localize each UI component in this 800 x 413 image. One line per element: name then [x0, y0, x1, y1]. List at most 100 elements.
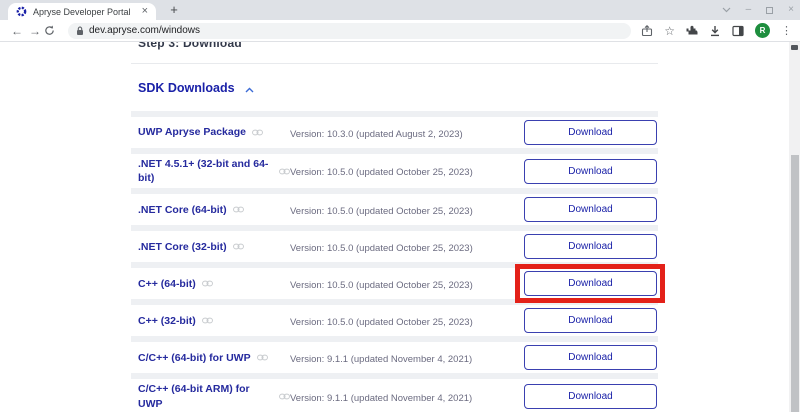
version-text: Version: 10.3.0 (updated August 2, 2023): [290, 128, 463, 140]
download-cell: Download: [515, 264, 665, 304]
browser-tab[interactable]: Apryse Developer Portal ×: [8, 3, 156, 20]
download-button[interactable]: Download: [524, 345, 657, 371]
package-cell: C/C++ (64-bit) for UWP: [138, 351, 290, 365]
link-icon[interactable]: [252, 129, 263, 136]
package-name: UWP Apryse Package: [138, 126, 246, 139]
window-controls: – ×: [722, 0, 794, 20]
download-button[interactable]: Download: [524, 271, 657, 297]
browser-menu-icon[interactable]: ⋮: [781, 24, 792, 37]
extensions-puzzle-icon[interactable]: [686, 25, 698, 37]
share-icon[interactable]: [641, 24, 653, 37]
page-viewport: Step 3: Download SDK Downloads UWP Aprys…: [0, 42, 800, 412]
download-button[interactable]: Download: [524, 308, 657, 334]
package-cell: UWP Apryse Package: [138, 125, 290, 139]
version-cell: Version: 10.5.0 (updated October 25, 202…: [290, 312, 524, 330]
browser-window: Apryse Developer Portal × + – × ← → dev.…: [0, 0, 800, 413]
new-tab-button[interactable]: +: [166, 2, 182, 18]
page-content: Step 3: Download SDK Downloads UWP Aprys…: [131, 42, 665, 412]
browser-toolbar: ← → dev.apryse.com/windows ☆ R ⋮: [0, 20, 800, 42]
link-icon[interactable]: [201, 280, 213, 287]
link-icon[interactable]: [256, 354, 268, 361]
address-bar[interactable]: dev.apryse.com/windows: [68, 22, 632, 39]
apryse-favicon-icon: [16, 6, 27, 17]
toolbar-actions: ☆ R ⋮: [641, 23, 792, 38]
download-row: .NET Core (32-bit) Version: 10.5.0 (upda…: [131, 231, 658, 263]
downloads-list: UWP Apryse Package Version: 10.3.0 (upda…: [131, 111, 665, 412]
package-name: C++ (32-bit): [138, 314, 196, 327]
version-text: Version: 10.5.0 (updated October 25, 202…: [290, 205, 473, 217]
package-cell: .NET Core (32-bit): [138, 240, 290, 254]
step-heading: Step 3: Download: [138, 42, 242, 50]
download-cell: Download: [524, 120, 658, 145]
download-cell: Download: [524, 345, 658, 371]
version-cell: Version: 10.3.0 (updated August 2, 2023): [290, 124, 524, 142]
download-row: C/C++ (64-bit) for UWP Version: 9.1.1 (u…: [131, 342, 658, 374]
package-name: .NET Core (64-bit): [138, 203, 227, 216]
download-cell: Download: [524, 197, 658, 223]
section-header[interactable]: SDK Downloads: [138, 81, 658, 95]
download-button[interactable]: Download: [524, 234, 657, 260]
forward-button[interactable]: →: [26, 24, 44, 38]
collapse-caret-icon[interactable]: [245, 84, 254, 96]
download-row: C/C++ (64-bit ARM) for UWP Version: 9.1.…: [131, 379, 658, 412]
side-panel-icon[interactable]: [732, 25, 744, 37]
minimize-button[interactable]: –: [746, 5, 752, 15]
version-text: Version: 10.5.0 (updated October 25, 202…: [290, 279, 473, 291]
package-cell: C++ (64-bit): [138, 277, 290, 291]
package-name: .NET 4.5.1+ (32-bit and 64-bit): [138, 158, 269, 185]
download-cell: Download: [524, 308, 658, 334]
link-icon[interactable]: [279, 393, 290, 400]
download-row: C++ (64-bit) Version: 10.5.0 (updated Oc…: [131, 264, 665, 304]
version-text: Version: 10.5.0 (updated October 25, 202…: [290, 167, 473, 179]
step-heading-clip: Step 3: Download: [138, 42, 658, 53]
tab-search-chevron-icon[interactable]: [722, 7, 731, 13]
package-cell: .NET Core (64-bit): [138, 203, 290, 217]
download-button[interactable]: Download: [524, 158, 657, 184]
link-icon[interactable]: [201, 317, 213, 324]
scrollbar-top-button[interactable]: [790, 45, 798, 50]
scrollbar-thumb[interactable]: [790, 155, 799, 412]
back-button[interactable]: ←: [8, 24, 26, 38]
download-button[interactable]: Download: [524, 120, 657, 145]
package-name: C++ (64-bit): [138, 277, 196, 290]
tab-strip: Apryse Developer Portal × + – ×: [0, 0, 800, 20]
version-cell: Version: 10.5.0 (updated October 25, 202…: [290, 162, 524, 180]
download-row: C++ (32-bit) Version: 10.5.0 (updated Oc…: [131, 305, 658, 337]
version-text: Version: 9.1.1 (updated November 4, 2021…: [290, 392, 473, 404]
version-cell: Version: 10.5.0 (updated October 25, 202…: [290, 275, 524, 293]
window-close-button[interactable]: ×: [788, 5, 794, 15]
tab-title: Apryse Developer Portal: [33, 6, 131, 17]
package-name: C/C++ (64-bit) for UWP: [138, 351, 251, 364]
downloads-icon[interactable]: [709, 25, 721, 37]
version-cell: Version: 9.1.1 (updated November 4, 2021…: [290, 388, 524, 406]
maximize-button[interactable]: [766, 6, 774, 14]
download-row: UWP Apryse Package Version: 10.3.0 (upda…: [131, 117, 658, 148]
reload-button[interactable]: [44, 25, 62, 36]
padlock-icon: [77, 26, 83, 35]
link-icon[interactable]: [232, 206, 244, 213]
download-cell: Download: [524, 384, 658, 410]
download-button[interactable]: Download: [524, 384, 657, 410]
bookmark-star-icon[interactable]: ☆: [664, 25, 675, 37]
link-icon[interactable]: [279, 168, 290, 175]
package-cell: C/C++ (64-bit ARM) for UWP: [138, 382, 290, 410]
content-divider: [131, 63, 658, 64]
download-cell: Download: [524, 234, 658, 260]
version-cell: Version: 10.5.0 (updated October 25, 202…: [290, 238, 524, 256]
download-button[interactable]: Download: [524, 197, 657, 223]
tab-close-icon[interactable]: ×: [140, 6, 150, 17]
version-text: Version: 10.5.0 (updated October 25, 202…: [290, 316, 473, 328]
page-scrollbar[interactable]: [789, 42, 800, 412]
link-icon[interactable]: [232, 243, 244, 250]
package-cell: C++ (32-bit): [138, 314, 290, 328]
download-cell: Download: [524, 158, 658, 184]
package-name: .NET Core (32-bit): [138, 240, 227, 253]
version-text: Version: 10.5.0 (updated October 25, 202…: [290, 242, 473, 254]
package-name: C/C++ (64-bit ARM) for UWP: [138, 383, 250, 410]
version-cell: Version: 10.5.0 (updated October 25, 202…: [290, 201, 524, 219]
version-text: Version: 9.1.1 (updated November 4, 2021…: [290, 353, 473, 365]
profile-avatar[interactable]: R: [755, 23, 770, 38]
url-text[interactable]: dev.apryse.com/windows: [89, 25, 200, 36]
download-row: .NET Core (64-bit) Version: 10.5.0 (upda…: [131, 194, 658, 226]
version-cell: Version: 9.1.1 (updated November 4, 2021…: [290, 349, 524, 367]
